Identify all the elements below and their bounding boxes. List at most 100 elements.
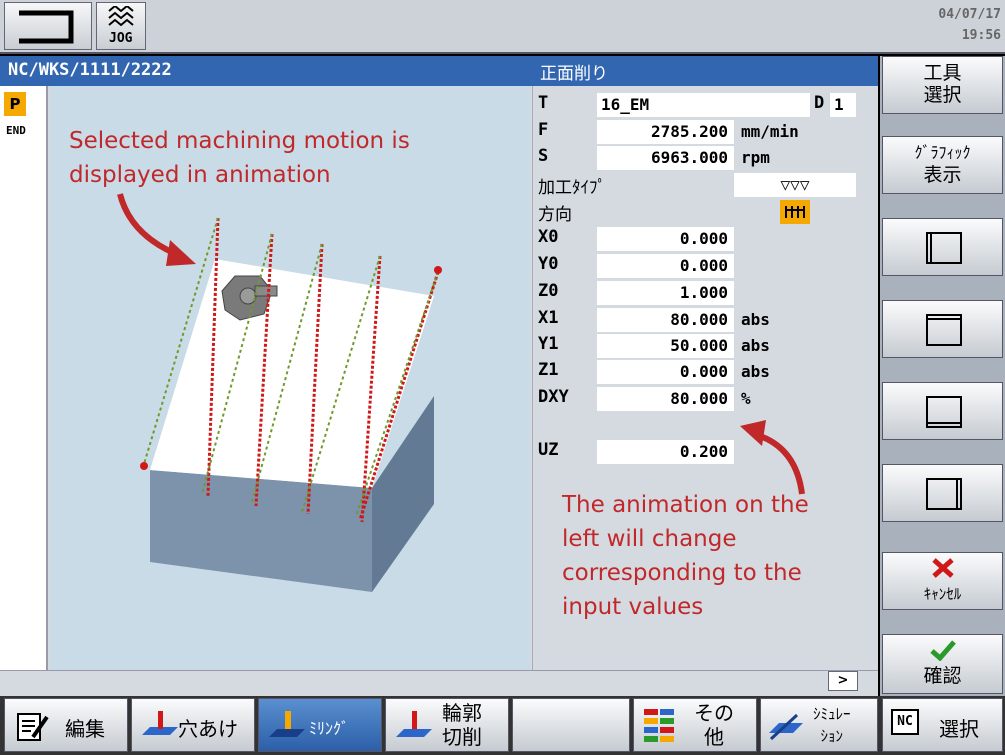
view-left-softkey[interactable] [882,218,1003,276]
view-top-icon [926,314,962,346]
tool-edge-field[interactable]: 1 [830,93,856,117]
nc-icon-text: NC [897,714,913,729]
edit-label: 編集 [65,717,105,741]
other-softkey[interactable]: その 他 [633,698,757,752]
other-label: その 他 [694,701,734,749]
x1-unit[interactable]: abs [741,310,770,329]
param-z0-label: Z0 [538,281,559,301]
annotation-arrow-top [117,193,196,266]
annotation-bottom-line: The animation on the [562,492,809,518]
confirm-label: 確認 [923,665,962,687]
simulation-label: ｼﾐｭﾚｰ ｼｮﾝ [813,703,851,747]
y0-field[interactable]: 0.000 [597,254,734,278]
title-bar: NC/WKS/1111/2222 正面削り [0,56,878,86]
program-path: NC/WKS/1111/2222 [8,60,172,80]
y1-unit[interactable]: abs [741,336,770,355]
cancel-x-icon [932,558,954,578]
cycle-title: 正面削り [540,64,608,84]
spindle-unit[interactable]: rpm [741,148,770,167]
drilling-softkey[interactable]: 穴あけ [131,698,255,752]
time-text: 19:56 [961,28,1001,43]
drill-icon [142,711,178,735]
direction-icon [785,206,805,218]
empty-softkey[interactable] [512,698,630,752]
milling-softkey[interactable]: ﾐﾘﾝｸﾞ [258,698,382,752]
edit-softkey[interactable]: 編集 [4,698,128,752]
y1-field[interactable]: 50.000 [597,334,734,358]
spindle-speed-field[interactable]: 6963.000 [597,146,734,170]
simulation-icon [769,713,803,741]
param-z1-label: Z1 [538,360,559,380]
uz-field[interactable]: 0.200 [597,440,734,464]
next-page-arrow[interactable]: > [828,671,858,691]
cancel-softkey[interactable]: ｷｬﾝｾﾙ [882,552,1003,610]
cancel-label: ｷｬﾝｾﾙ [923,585,962,603]
direction-toggle[interactable] [780,200,810,224]
program-start-block[interactable]: P [4,92,26,116]
jog-wave-icon [108,6,134,27]
param-y1-label: Y1 [538,334,559,354]
param-uz-label: UZ [538,440,559,460]
simulation-label-line2: ｼｮﾝ [820,727,844,745]
confirm-softkey[interactable]: 確認 [882,634,1003,694]
machining-type-select[interactable]: ▽▽▽ [734,173,856,197]
view-bottom-softkey[interactable] [882,382,1003,440]
status-line [0,670,878,694]
feed-unit[interactable]: mm/min [741,122,799,141]
param-t-label: T [538,93,549,113]
milling-label: ﾐﾘﾝｸﾞ [309,719,350,738]
x1-field[interactable]: 80.000 [597,308,734,332]
param-dxy-label: DXY [538,387,569,407]
annotation-bottom-line: corresponding to the [562,560,802,586]
simulation-softkey[interactable]: ｼﾐｭﾚｰ ｼｮﾝ [760,698,878,752]
nc-icon: NC [891,709,919,735]
dxy-field[interactable]: 80.000 [597,387,734,411]
annotation-top: Selected machining motion is displayed i… [69,124,410,192]
datetime-display: 04/07/17 19:56 [938,4,1001,46]
drilling-label: 穴あけ [178,717,238,741]
annotation-bottom: The animation on the left will change co… [562,488,809,624]
workpiece-top-face [150,259,434,488]
contour-softkey[interactable]: 輪郭 切削 [385,698,509,752]
z1-field[interactable]: 0.000 [597,360,734,384]
annotation-bottom-line: input values [562,594,704,620]
direction-label: 方向 [538,205,572,225]
param-x0-label: X0 [538,227,559,247]
annotation-bottom-line: left will change [562,526,737,552]
program-end-block[interactable]: END [6,124,26,137]
z1-unit[interactable]: abs [741,362,770,381]
select-label: 選択 [939,717,979,741]
graphic-view-line2: 表示 [923,164,962,186]
top-status-bar [0,0,1005,54]
date-text: 04/07/17 [938,7,1001,22]
param-y0-label: Y0 [538,254,559,274]
z0-field[interactable]: 1.000 [597,281,734,305]
annotation-arrow-bottom [740,420,805,495]
jog-mode-button[interactable]: JOG [96,2,146,50]
param-s-label: S [538,146,549,166]
graphic-view-softkey[interactable]: ｸﾞﾗﾌｨｯｸ 表示 [882,136,1003,194]
param-f-label: F [538,120,549,140]
view-right-icon [926,478,962,510]
other-grid-icon [644,709,674,742]
tool-select-softkey[interactable]: 工具 選択 [882,56,1003,114]
contour-label-line1: 輪郭 [442,701,482,725]
annotation-top-line: displayed in animation [69,162,331,188]
dxy-unit[interactable]: % [741,389,751,408]
select-softkey[interactable]: NC 選択 [882,698,1003,752]
param-x1-label: X1 [538,308,559,328]
machine-area-button[interactable] [4,2,92,50]
tool-name-field[interactable]: 16_EM [597,93,810,117]
simulation-label-line1: ｼﾐｭﾚｰ [813,705,851,723]
confirm-check-icon [930,640,956,661]
view-top-softkey[interactable] [882,300,1003,358]
milling-icon [269,711,305,737]
view-right-softkey[interactable] [882,464,1003,522]
x0-field[interactable]: 0.000 [597,227,734,251]
workpiece-front-face [150,470,372,592]
view-bottom-icon [926,396,962,428]
contour-label-line2: 切削 [442,725,482,749]
view-left-icon [926,232,962,264]
other-label-line1: その [694,701,734,725]
feed-rate-field[interactable]: 2785.200 [597,120,734,144]
